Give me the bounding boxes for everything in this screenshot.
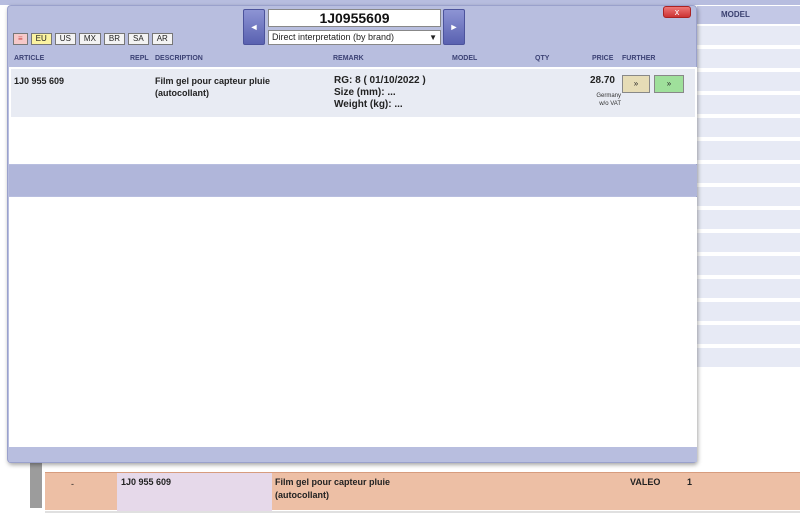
col-description: DESCRIPTION — [155, 55, 203, 62]
result-remark-line1: RG: 8 ( 01/10/2022 ) — [334, 75, 426, 86]
close-button[interactable]: x — [663, 6, 691, 18]
interpretation-value: Direct interpretation (by brand) — [272, 32, 395, 42]
region-sa-button[interactable]: SA — [128, 33, 149, 45]
add-to-cart-button[interactable]: » — [654, 75, 684, 93]
background-row — [697, 141, 800, 164]
region-eu-button[interactable]: EU — [30, 33, 52, 45]
region-mx-button[interactable]: MX — [78, 33, 101, 45]
col-price: PRICE — [592, 55, 614, 62]
header-model: MODEL — [721, 10, 750, 19]
row-qty: 1 — [687, 477, 693, 487]
row-brand: VALEO — [630, 477, 661, 487]
col-qty: QTY — [535, 55, 550, 62]
result-description-line1: Film gel pour capteur pluie — [155, 76, 271, 86]
part-number-input[interactable] — [268, 9, 441, 27]
background-row — [697, 164, 800, 187]
col-further: FURTHER — [622, 55, 656, 62]
background-row — [697, 233, 800, 256]
chevron-down-icon: ▼ — [429, 33, 437, 42]
background-table-header: MODEL — [697, 6, 800, 24]
price-note-vat: w/o VAT — [599, 101, 621, 107]
next-arrow-button[interactable]: ► — [443, 9, 465, 45]
result-description-line2: (autocollant) — [155, 88, 209, 98]
background-left-strip — [30, 462, 42, 508]
region-selector: ≡ EU US MX BR SA AR — [13, 33, 173, 45]
result-remark-line3: Weight (kg): ... — [334, 99, 403, 110]
modal-footer-band — [9, 447, 697, 462]
background-table-rows — [697, 26, 800, 436]
background-row — [697, 348, 800, 371]
background-row — [697, 256, 800, 279]
col-article: ARTICLE — [14, 55, 45, 62]
background-row — [697, 49, 800, 72]
background-row — [697, 302, 800, 325]
section-separator — [9, 165, 697, 196]
price-note: Germany w/o VAT — [581, 92, 621, 108]
price-note-country: Germany — [596, 93, 621, 99]
region-us-button[interactable]: US — [54, 33, 76, 45]
col-remark: REMARK — [333, 55, 364, 62]
row-description-line1: Film gel pour capteur pluie — [275, 477, 391, 487]
info-button[interactable]: » — [622, 75, 650, 93]
background-row — [697, 95, 800, 118]
row-dash: - — [71, 479, 74, 489]
result-remark-line2: Size (mm): ... — [334, 87, 396, 98]
table-row[interactable]: 1J0 955 609 Film gel pour capteur pluie … — [11, 69, 695, 117]
results-panel: 1J0 955 609 Film gel pour capteur pluie … — [9, 67, 697, 164]
previous-arrow-button[interactable]: ◄ — [243, 9, 265, 45]
col-model: MODEL — [452, 55, 478, 62]
background-result-row[interactable]: - 1J0 955 609 Film gel pour capteur plui… — [45, 472, 800, 511]
background-row — [697, 325, 800, 348]
region-ar-button[interactable]: AR — [151, 33, 173, 45]
secondary-results-panel — [9, 197, 697, 447]
results-column-header: ARTICLE REPL DESCRIPTION REMARK MODEL QT… — [9, 54, 697, 66]
background-row — [697, 279, 800, 302]
background-row — [697, 26, 800, 49]
col-repl: REPL — [130, 55, 149, 62]
region-menu-button[interactable]: ≡ — [13, 33, 28, 45]
background-row — [697, 118, 800, 141]
result-article: 1J0 955 609 — [14, 76, 65, 86]
interpretation-select[interactable]: Direct interpretation (by brand) ▼ — [268, 30, 441, 45]
region-br-button[interactable]: BR — [103, 33, 126, 45]
result-price: 28.70 — [589, 75, 615, 86]
background-row — [697, 187, 800, 210]
part-lookup-modal: x ≡ EU US MX BR SA AR ◄ Direct interpret… — [7, 5, 697, 463]
row-description-line2: (autocollant) — [275, 490, 329, 500]
background-row — [697, 210, 800, 233]
row-article: 1J0 955 609 — [121, 477, 172, 487]
background-divider — [45, 511, 800, 513]
background-row — [697, 72, 800, 95]
